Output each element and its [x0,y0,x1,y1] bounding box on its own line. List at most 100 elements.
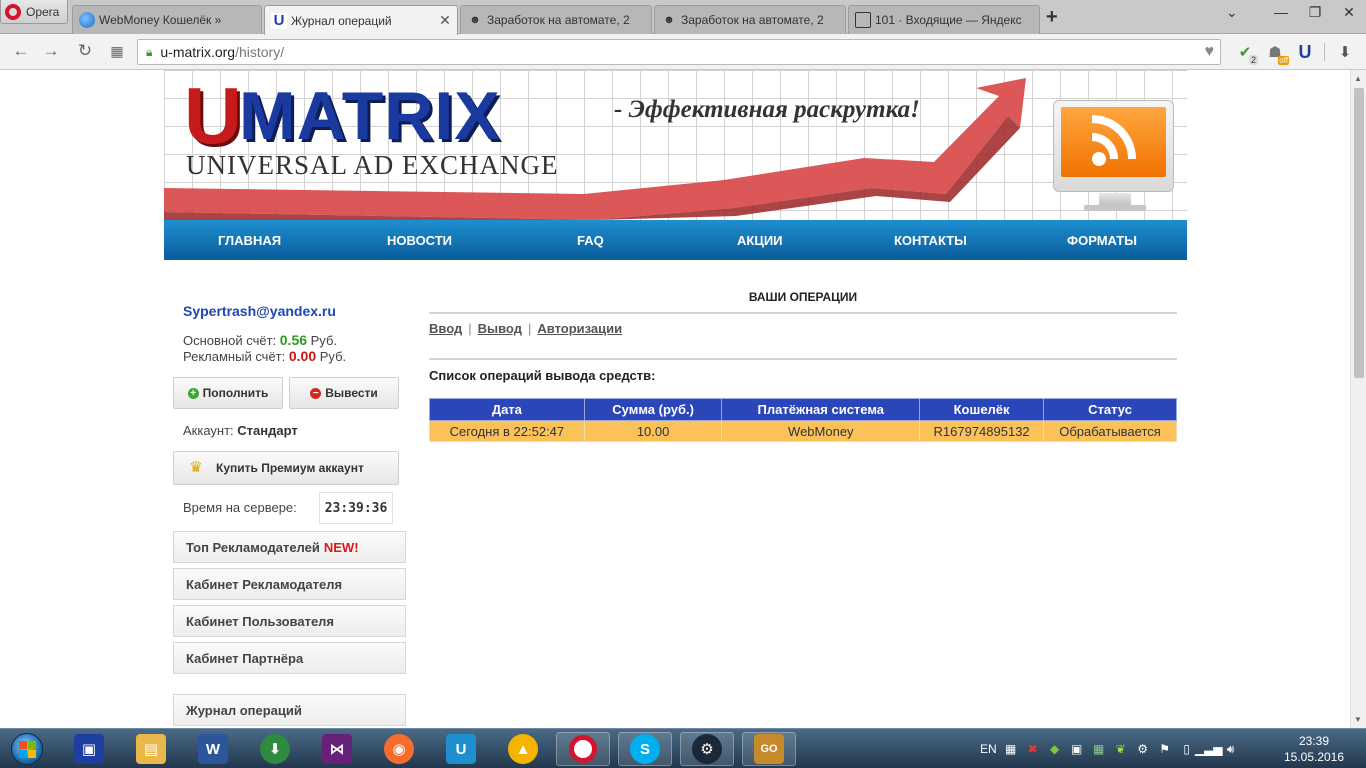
buy-premium-button[interactable]: ♛ Купить Премиум аккаунт [173,451,399,485]
taskbar-word[interactable]: W [186,732,240,766]
taskbar-game-launcher[interactable]: ▲ [496,732,550,766]
column-date: Дата [429,398,585,421]
taskbar-csgo[interactable]: GO [742,732,796,766]
keyboard-tray-icon[interactable]: ▦ [1091,741,1107,757]
windows-flag-tray-icon[interactable]: ▦ [1003,741,1019,757]
main-balance-value: 0.56 [279,332,308,348]
url-host: u-matrix.org [160,44,236,60]
filter-separator: | [527,321,532,336]
input-language[interactable]: EN [980,742,997,756]
bookmark-heart-icon[interactable]: ♥ [1205,43,1215,61]
taskbar-opera[interactable] [556,732,610,766]
sidebar-advertiser-cabinet[interactable]: Кабинет Рекламодателя [173,568,406,600]
close-window-icon[interactable]: ✕ [1332,0,1366,24]
logo-matrix: MATRIX [239,78,501,154]
globe-icon [79,12,95,28]
user-email[interactable]: Sypertrash@yandex.ru [183,303,336,319]
sidebar-link-label: Кабинет Пользователя [186,613,335,629]
browser-nav-bar: ← → ↻ ▦ 🔒︎ u-matrix.org /history/ ♥ ✔ 2 ☗… [0,34,1366,70]
withdraw-button[interactable]: − Вывести [289,377,399,409]
sidebar-user-cabinet[interactable]: Кабинет Пользователя [173,605,406,637]
tab-earnings-2[interactable]: ☻ Заработок на автомате, 2 [654,5,846,34]
cell-amount: 10.00 [583,420,723,442]
sidebar-partner-cabinet[interactable]: Кабинет Партнёра [173,642,406,674]
taskbar-visual-studio[interactable]: ⋈ [310,732,364,766]
page-viewport: U MATRIX UNIVERSAL AD EXCHANGE - Эффекти… [0,70,1350,728]
site-main-menu: ГЛАВНАЯ НОВОСТИ FAQ АКЦИИ КОНТАКТЫ ФОРМА… [164,220,1187,260]
tab-yandex-mail[interactable]: 101 · Входящие — Яндекс [848,5,1040,34]
opera-menu-button[interactable]: Opera [0,0,68,24]
flag-tray-icon[interactable]: ⚑ [1157,741,1173,757]
scrollbar-thumb[interactable] [1354,88,1364,378]
reload-icon[interactable]: ↻ [74,41,96,61]
system-clock[interactable]: 23:39 15.05.2016 [1276,733,1352,765]
network-blocked-tray-icon[interactable]: ✖ [1025,741,1041,757]
umatrix-extension-icon[interactable]: U [1294,41,1316,63]
menu-faq[interactable]: FAQ [577,233,604,248]
taskbar-skype[interactable]: S [618,732,672,766]
operation-filters: Ввод | Вывод | Авторизации [429,321,622,336]
sidebar-operations-log[interactable]: Журнал операций [173,694,406,726]
deposit-button-label: Пополнить [202,386,269,400]
menu-formats[interactable]: ФОРМАТЫ [1067,233,1137,248]
clock-date: 15.05.2016 [1283,750,1345,764]
menu-promotions[interactable]: АКЦИИ [737,233,783,248]
opera-logo-icon [5,3,21,20]
signal-tray-icon[interactable]: ▁▃▅ [1195,741,1223,757]
nvidia-tray-icon[interactable]: ◆ [1047,741,1063,757]
deposit-button[interactable]: + Пополнить [173,377,283,409]
volume-tray-icon[interactable]: 🔊︎ [1223,741,1239,757]
minimize-icon[interactable]: — [1264,0,1298,24]
tab-close-icon[interactable]: ✕ [439,12,451,29]
plus-icon: + [187,387,199,399]
tab-earnings-1[interactable]: ☻ Заработок на автомате, 2 [460,5,652,34]
opera-icon [569,735,597,763]
adblock-shield-icon[interactable]: ✔ 2 [1234,41,1258,65]
scroll-down-icon[interactable]: ▼ [1354,715,1362,724]
tab-menu-chevron-icon[interactable]: ⌄ [1226,4,1238,21]
taskbar-steam[interactable]: ⚙ [680,732,734,766]
menu-news[interactable]: НОВОСТИ [387,233,452,248]
table-row: Сегодня в 22:52:47 10.00 WebMoney R16797… [429,420,1177,442]
taskbar-uplay[interactable]: U [434,732,488,766]
csgo-icon: GO [754,734,784,764]
account-type-value: Стандарт [237,423,298,438]
leaf-tray-icon[interactable]: ❦ [1113,741,1129,757]
page-scrollbar[interactable]: ▲ ▼ [1350,70,1366,728]
ad-balance-value: 0.00 [288,348,317,364]
withdrawals-table: Дата Сумма (руб.) Платёжная система Коше… [429,398,1177,442]
tab-webmoney[interactable]: WebMoney Кошелёк » [72,5,262,34]
site-header: U MATRIX UNIVERSAL AD EXCHANGE - Эффекти… [164,70,1187,220]
address-bar[interactable]: 🔒︎ u-matrix.org /history/ ♥ [137,39,1221,65]
menu-home[interactable]: ГЛАВНАЯ [218,233,281,248]
download-icon[interactable]: ⬇ [1334,41,1356,63]
device-tray-icon[interactable]: ▯ [1179,741,1195,757]
steam-tray-icon[interactable]: ⚙ [1135,741,1151,757]
visual-studio-icon: ⋈ [322,734,352,764]
filter-withdraw[interactable]: Вывод [478,321,522,336]
menu-contacts[interactable]: КОНТАКТЫ [894,233,967,248]
tab-journal[interactable]: U Журнал операций ✕ [264,5,458,35]
column-wallet: Кошелёк [919,398,1045,421]
taskbar-downloader[interactable]: ⬇ [248,732,302,766]
back-arrow-icon[interactable]: ← [10,41,32,61]
withdraw-button-label: Вывести [325,386,378,400]
maximize-icon[interactable]: ❐ [1298,0,1332,24]
main-balance-label: Основной счёт: [183,333,277,348]
minus-icon: − [310,387,322,399]
forward-arrow-icon[interactable]: → [40,41,62,61]
sidebar-top-advertisers[interactable]: Топ Рекламодателей NEW! [173,531,406,563]
taskbar-origin[interactable]: ◉ [372,732,426,766]
new-tab-button[interactable]: + [1046,6,1058,29]
tab-title: Заработок на автомате, 2 [681,13,824,27]
display-tray-icon[interactable]: ▣ [1069,741,1085,757]
taskbar-explorer[interactable]: ▤ [124,732,178,766]
scroll-up-icon[interactable]: ▲ [1354,74,1362,83]
start-button[interactable] [6,729,48,768]
opera-menu-label: Opera [26,4,60,19]
taskbar-save-app[interactable]: ▣ [62,732,116,766]
ghostery-extension-icon[interactable]: ☗ off [1264,41,1289,65]
filter-deposit[interactable]: Ввод [429,321,462,336]
filter-authorizations[interactable]: Авторизации [537,321,622,336]
speed-dial-grid-icon[interactable]: ▦ [106,43,128,60]
